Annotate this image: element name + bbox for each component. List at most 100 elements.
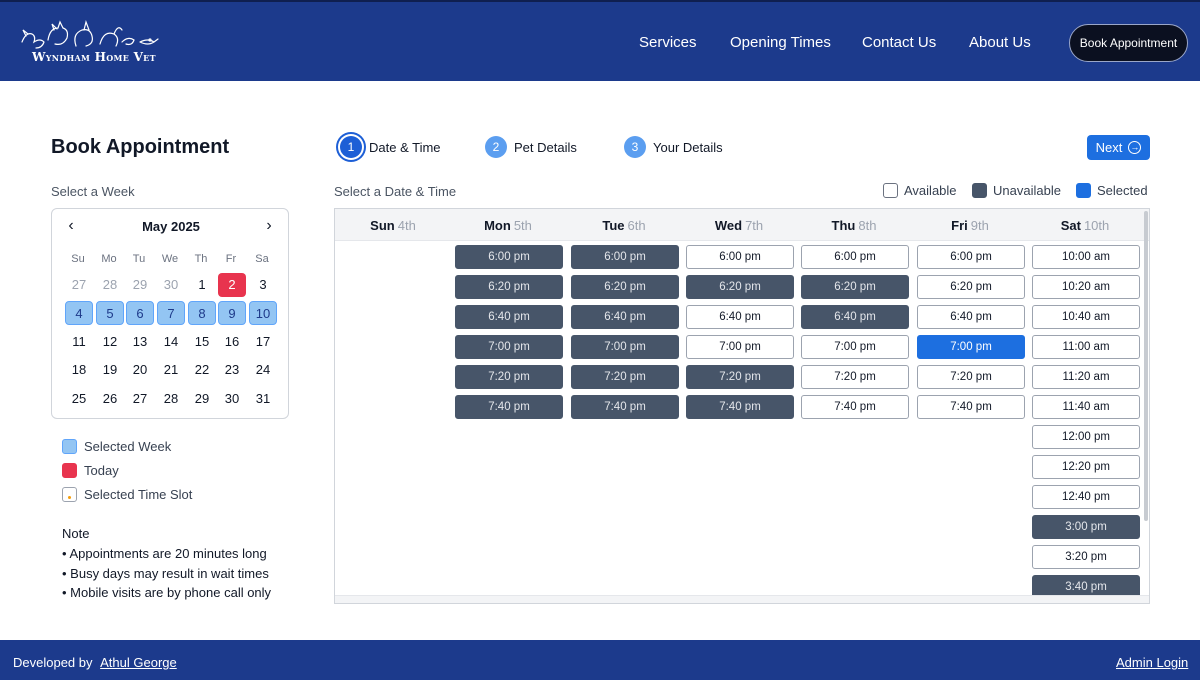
calendar-day[interactable]: 14 [157, 330, 185, 354]
calendar-day[interactable]: 31 [249, 387, 277, 411]
time-slot-unavailable[interactable]: 7:20 pm [455, 365, 563, 389]
time-slot-unavailable[interactable]: 7:00 pm [455, 335, 563, 359]
developer-link[interactable]: Athul George [100, 655, 177, 670]
step-label: Date & Time [369, 139, 441, 155]
time-slot-available[interactable]: 10:20 am [1032, 275, 1140, 299]
calendar-day[interactable]: 30 [218, 387, 246, 411]
calendar-day[interactable]: 10 [249, 301, 277, 325]
time-slot-unavailable[interactable]: 7:40 pm [455, 395, 563, 419]
calendar-day[interactable]: 13 [126, 330, 154, 354]
step-date-time[interactable]: 1 Date & Time [340, 136, 441, 158]
time-slot-unavailable[interactable]: 7:20 pm [571, 365, 679, 389]
calendar-day[interactable]: 24 [249, 358, 277, 382]
time-slot-available[interactable]: 10:00 am [1032, 245, 1140, 269]
time-slot-selected[interactable]: 7:00 pm [917, 335, 1025, 359]
time-slot-unavailable[interactable]: 6:20 pm [571, 275, 679, 299]
chevron-right-icon[interactable]: › [260, 217, 278, 235]
time-slot-available[interactable]: 6:40 pm [686, 305, 794, 329]
time-slot-unavailable[interactable]: 7:20 pm [686, 365, 794, 389]
time-slot-unavailable[interactable]: 6:40 pm [801, 305, 909, 329]
nav-about-us[interactable]: About Us [969, 34, 1031, 51]
time-slot-available[interactable]: 6:00 pm [686, 245, 794, 269]
time-slot-available[interactable]: 12:00 pm [1032, 425, 1140, 449]
calendar-day[interactable]: 21 [157, 358, 185, 382]
time-slot-unavailable[interactable]: 7:40 pm [571, 395, 679, 419]
calendar-day[interactable]: 26 [96, 387, 124, 411]
day-header-mon: Mon 5th [454, 218, 562, 233]
time-slot-available[interactable]: 7:40 pm [917, 395, 1025, 419]
calendar-day[interactable]: 29 [126, 273, 154, 297]
calendar-day[interactable]: 28 [157, 387, 185, 411]
nav-services[interactable]: Services [639, 34, 697, 51]
week-calendar: ‹ May 2025 › Su Mo Tu We Th Fr Sa 27 28 29 30 1 2 3 4 5… [51, 208, 289, 419]
calendar-day[interactable]: 27 [126, 387, 154, 411]
admin-login-link[interactable]: Admin Login [1116, 655, 1188, 670]
calendar-day[interactable]: 9 [218, 301, 246, 325]
time-slot-available[interactable]: 12:20 pm [1032, 455, 1140, 479]
grid-scrollbar[interactable] [1144, 211, 1148, 521]
header-book-appointment-button[interactable]: Book Appointment [1069, 24, 1188, 62]
time-slot-available[interactable]: 7:00 pm [686, 335, 794, 359]
calendar-day[interactable]: 4 [65, 301, 93, 325]
calendar-day[interactable]: 12 [96, 330, 124, 354]
calendar-day[interactable]: 20 [126, 358, 154, 382]
calendar-day[interactable]: 30 [157, 273, 185, 297]
nav-contact-us[interactable]: Contact Us [862, 34, 936, 51]
key-available: Available [883, 183, 957, 198]
time-slot-available[interactable]: 6:00 pm [801, 245, 909, 269]
time-slot-available[interactable]: 12:40 pm [1032, 485, 1140, 509]
time-slot-available[interactable]: 7:20 pm [801, 365, 909, 389]
time-slot-available[interactable]: 7:20 pm [917, 365, 1025, 389]
time-slot-available[interactable]: 7:40 pm [801, 395, 909, 419]
calendar-day[interactable]: 2 [218, 273, 246, 297]
time-slot-unavailable[interactable]: 3:00 pm [1032, 515, 1140, 539]
brand-name[interactable]: Wyndham Home Vet [32, 50, 156, 64]
day-name: Thu [831, 218, 856, 233]
calendar-day[interactable]: 11 [65, 330, 93, 354]
time-slot-available[interactable]: 11:00 am [1032, 335, 1140, 359]
calendar-day[interactable]: 27 [65, 273, 93, 297]
time-slot-available[interactable]: 3:20 pm [1032, 545, 1140, 569]
calendar-day[interactable]: 1 [188, 273, 216, 297]
nav-opening-times[interactable]: Opening Times [730, 34, 831, 51]
time-slot-unavailable[interactable]: 7:00 pm [571, 335, 679, 359]
day-header-sun: Sun 4th [339, 218, 447, 233]
time-slot-available[interactable]: 10:40 am [1032, 305, 1140, 329]
time-slot-available[interactable]: 6:40 pm [917, 305, 1025, 329]
calendar-day[interactable]: 7 [157, 301, 185, 325]
calendar-day[interactable]: 22 [188, 358, 216, 382]
calendar-day[interactable]: 3 [249, 273, 277, 297]
calendar-day[interactable]: 25 [65, 387, 93, 411]
time-slot-unavailable[interactable]: 6:00 pm [455, 245, 563, 269]
day-name: Wed [714, 218, 743, 233]
calendar-day[interactable]: 18 [65, 358, 93, 382]
time-slot-unavailable[interactable]: 6:20 pm [686, 275, 794, 299]
time-slot-unavailable[interactable]: 7:40 pm [686, 395, 794, 419]
calendar-day[interactable]: 28 [96, 273, 124, 297]
calendar-day[interactable]: 23 [218, 358, 246, 382]
calendar-day[interactable]: 29 [188, 387, 216, 411]
calendar-day[interactable]: 16 [218, 330, 246, 354]
time-slot-available[interactable]: 11:40 am [1032, 395, 1140, 419]
calendar-day[interactable]: 6 [126, 301, 154, 325]
time-slot-unavailable[interactable]: 6:20 pm [455, 275, 563, 299]
time-slot-available[interactable]: 7:00 pm [801, 335, 909, 359]
calendar-day[interactable]: 15 [188, 330, 216, 354]
time-slot-unavailable[interactable]: 6:40 pm [455, 305, 563, 329]
next-button[interactable]: Next → [1087, 135, 1150, 160]
step-pet-details[interactable]: 2 Pet Details [485, 136, 577, 158]
day-date: 5th [513, 218, 532, 233]
calendar-day[interactable]: 19 [96, 358, 124, 382]
calendar-month: May 2025 [142, 219, 200, 234]
time-slot-available[interactable]: 6:00 pm [917, 245, 1025, 269]
time-slot-unavailable[interactable]: 6:20 pm [801, 275, 909, 299]
calendar-day[interactable]: 8 [188, 301, 216, 325]
time-slot-available[interactable]: 6:20 pm [917, 275, 1025, 299]
calendar-day[interactable]: 5 [96, 301, 124, 325]
step-number: 2 [485, 136, 507, 158]
time-slot-unavailable[interactable]: 6:40 pm [571, 305, 679, 329]
time-slot-available[interactable]: 11:20 am [1032, 365, 1140, 389]
step-your-details[interactable]: 3 Your Details [624, 136, 723, 158]
time-slot-unavailable[interactable]: 6:00 pm [571, 245, 679, 269]
calendar-day[interactable]: 17 [249, 330, 277, 354]
